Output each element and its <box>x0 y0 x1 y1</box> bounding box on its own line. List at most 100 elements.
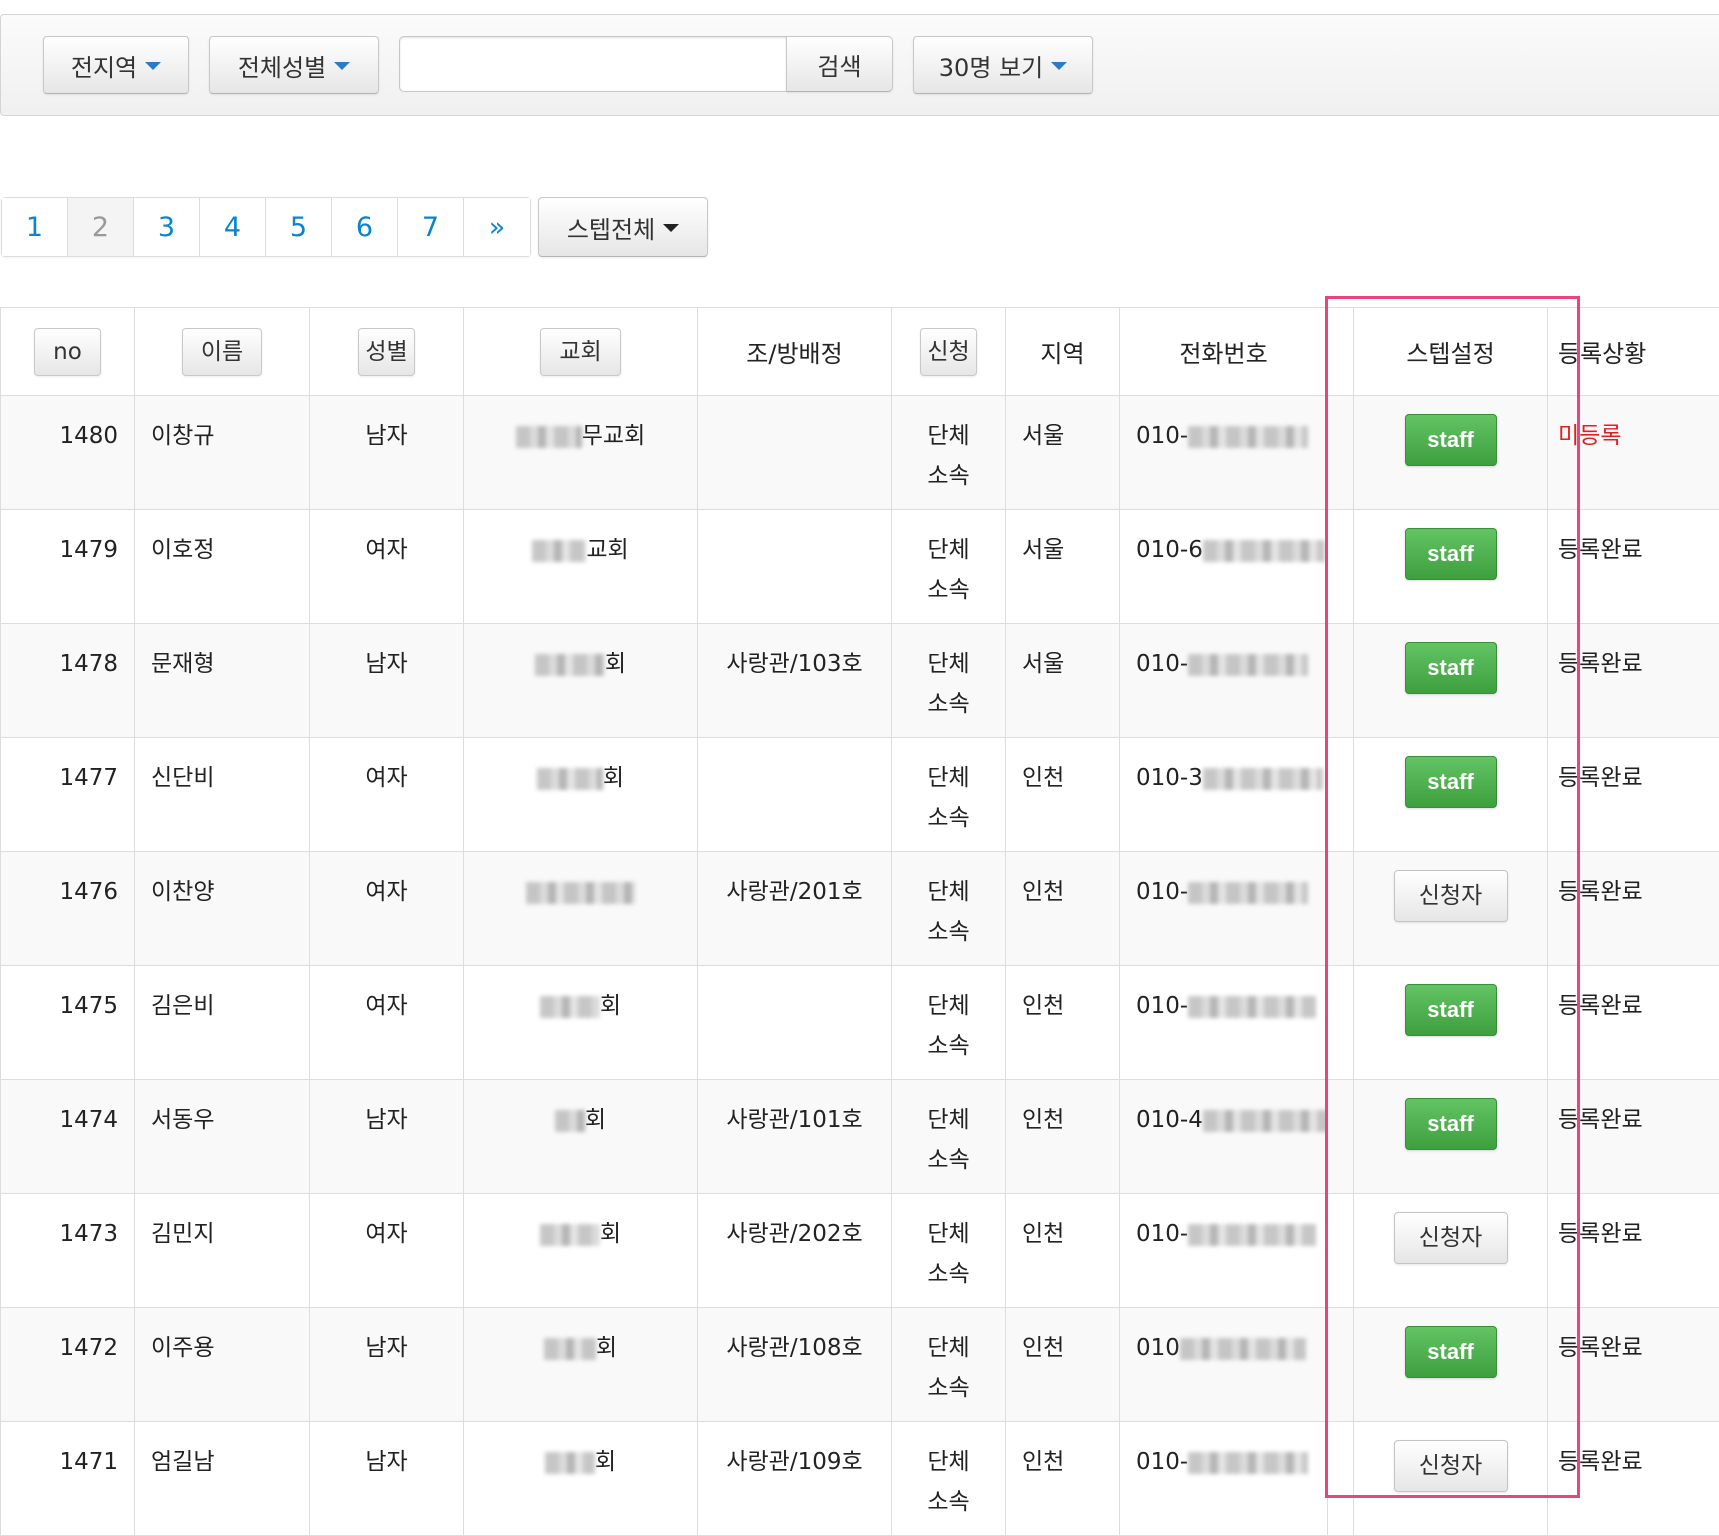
per-page-dropdown[interactable]: 30명 보기 <box>913 36 1093 94</box>
page-link-7[interactable]: 7 <box>398 198 464 256</box>
table-row: 1480 이창규 남자 무교회 단체소속 서울 010- staff 미등록 <box>1 396 1719 510</box>
page-link-4[interactable]: 4 <box>200 198 266 256</box>
cell-gender: 남자 <box>310 1308 464 1422</box>
cell-assign: 사랑관/202호 <box>698 1194 892 1308</box>
staff-step-button[interactable]: staff <box>1405 1326 1497 1378</box>
phone-prefix: 010- <box>1136 1221 1188 1247</box>
applicant-step-button[interactable]: 신청자 <box>1394 870 1508 922</box>
cell-step: staff <box>1354 738 1548 852</box>
table-row: 1475 김은비 여자 회 단체소속 인천 010- staff 등록완료 <box>1 966 1719 1080</box>
redacted-phone <box>1188 882 1308 904</box>
cell-status: 등록완료 <box>1548 966 1719 1080</box>
apply-line2: 소속 <box>927 1375 969 1401</box>
church-suffix: 회 <box>595 1449 616 1475</box>
apply-line2: 소속 <box>927 577 969 603</box>
table-row: 1471 엄길남 남자 회 사랑관/109호 단체소속 인천 010- 신청자 … <box>1 1422 1719 1536</box>
cell-church: 회 <box>464 1194 698 1308</box>
redacted-church-prefix <box>540 1224 600 1246</box>
table-row: 1472 이주용 남자 회 사랑관/108호 단체소속 인천 010 staff… <box>1 1308 1719 1422</box>
apply-line1: 단체 <box>927 423 969 449</box>
sort-name-button[interactable]: 이름 <box>182 328 262 376</box>
cell-region: 인천 <box>1006 966 1120 1080</box>
cell-no: 1471 <box>1 1422 135 1536</box>
cell-spacer <box>1328 396 1354 510</box>
cell-gender: 여자 <box>310 738 464 852</box>
table-row: 1474 서동우 남자 회 사랑관/101호 단체소속 인천 010-4 sta… <box>1 1080 1719 1194</box>
cell-status: 등록완료 <box>1548 1080 1719 1194</box>
phone-prefix: 010-4 <box>1136 1107 1203 1133</box>
phone-prefix: 010 <box>1136 1335 1180 1361</box>
staff-step-button[interactable]: staff <box>1405 1098 1497 1150</box>
cell-name: 이찬양 <box>135 852 310 966</box>
cell-apply: 단체소속 <box>892 1308 1006 1422</box>
redacted-phone <box>1188 654 1308 676</box>
cell-step: staff <box>1354 966 1548 1080</box>
cell-spacer <box>1328 1308 1354 1422</box>
filter-bar: 전지역 전체성별 검색 30명 보기 <box>0 14 1719 116</box>
cell-spacer <box>1328 510 1354 624</box>
cell-no: 1479 <box>1 510 135 624</box>
search-button[interactable]: 검색 <box>786 36 893 92</box>
cell-phone: 010- <box>1120 1422 1328 1536</box>
redacted-church-prefix <box>535 654 605 676</box>
table-header-row: no 이름 성별 교회 조/방배정 신청 지역 전화번호 스텝설정 등록상황 <box>1 308 1719 396</box>
header-status: 등록상황 <box>1548 308 1719 396</box>
cell-no: 1473 <box>1 1194 135 1308</box>
redacted-phone <box>1188 426 1308 448</box>
cell-name: 서동우 <box>135 1080 310 1194</box>
caret-down-icon <box>663 224 679 232</box>
page-link-1[interactable]: 1 <box>2 198 68 256</box>
cell-church: 무교회 <box>464 396 698 510</box>
page-link-3[interactable]: 3 <box>134 198 200 256</box>
sort-gender-button[interactable]: 성별 <box>358 328 414 376</box>
staff-step-button[interactable]: staff <box>1405 642 1497 694</box>
cell-assign: 사랑관/108호 <box>698 1308 892 1422</box>
cell-apply: 단체소속 <box>892 624 1006 738</box>
sort-no-button[interactable]: no <box>34 328 101 376</box>
apply-line2: 소속 <box>927 1261 969 1287</box>
cell-region: 서울 <box>1006 624 1120 738</box>
cell-status: 미등록 <box>1548 396 1719 510</box>
phone-prefix: 010-6 <box>1136 537 1203 563</box>
cell-name: 이호정 <box>135 510 310 624</box>
region-dropdown[interactable]: 전지역 <box>43 36 189 94</box>
cell-phone: 010- <box>1120 966 1328 1080</box>
cell-name: 신단비 <box>135 738 310 852</box>
page-link-next[interactable]: » <box>464 198 530 256</box>
cell-region: 인천 <box>1006 1194 1120 1308</box>
header-step: 스텝설정 <box>1354 308 1548 396</box>
staff-step-button[interactable]: staff <box>1405 984 1497 1036</box>
cell-name: 이창규 <box>135 396 310 510</box>
search-input[interactable] <box>399 36 787 92</box>
cell-spacer <box>1328 624 1354 738</box>
cell-phone: 010-6 <box>1120 510 1328 624</box>
phone-prefix: 010- <box>1136 651 1188 677</box>
cell-name: 김민지 <box>135 1194 310 1308</box>
cell-church: 회 <box>464 1080 698 1194</box>
cell-apply: 단체소속 <box>892 1080 1006 1194</box>
table-row: 1478 문재형 남자 회 사랑관/103호 단체소속 서울 010- staf… <box>1 624 1719 738</box>
cell-region: 서울 <box>1006 396 1120 510</box>
redacted-church-prefix <box>545 1452 595 1474</box>
cell-status: 등록완료 <box>1548 852 1719 966</box>
gender-dropdown[interactable]: 전체성별 <box>209 36 379 94</box>
phone-prefix: 010- <box>1136 423 1188 449</box>
cell-no: 1476 <box>1 852 135 966</box>
staff-step-button[interactable]: staff <box>1405 414 1497 466</box>
cell-status: 등록완료 <box>1548 1194 1719 1308</box>
applicant-step-button[interactable]: 신청자 <box>1394 1440 1508 1492</box>
staff-step-button[interactable]: staff <box>1405 756 1497 808</box>
page-link-6[interactable]: 6 <box>332 198 398 256</box>
table-row: 1477 신단비 여자 회 단체소속 인천 010-3 staff 등록완료 <box>1 738 1719 852</box>
applicant-step-button[interactable]: 신청자 <box>1394 1212 1508 1264</box>
cell-status: 등록완료 <box>1548 510 1719 624</box>
page-link-2-active[interactable]: 2 <box>68 198 134 256</box>
step-filter-dropdown[interactable]: 스텝전체 <box>538 197 708 257</box>
cell-region: 인천 <box>1006 738 1120 852</box>
cell-spacer <box>1328 1194 1354 1308</box>
cell-step: 신청자 <box>1354 1194 1548 1308</box>
sort-apply-button[interactable]: 신청 <box>920 328 976 376</box>
page-link-5[interactable]: 5 <box>266 198 332 256</box>
sort-church-button[interactable]: 교회 <box>540 328 620 376</box>
staff-step-button[interactable]: staff <box>1405 528 1497 580</box>
